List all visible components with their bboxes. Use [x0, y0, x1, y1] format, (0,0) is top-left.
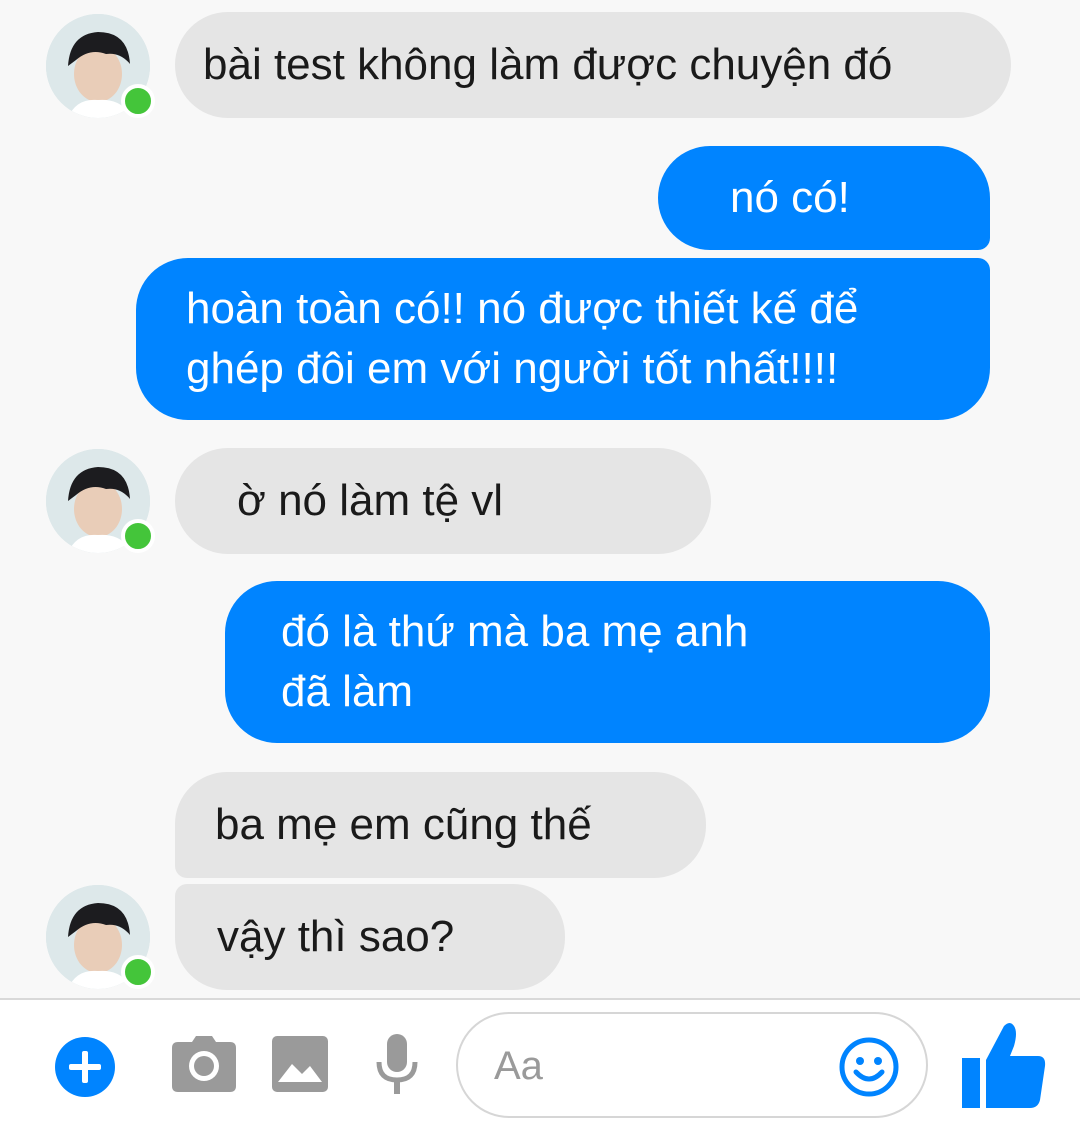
message-input-placeholder: Aa	[494, 1044, 543, 1088]
message-text: bài test không làm được chuyện đó	[203, 40, 893, 89]
online-status-indicator	[121, 955, 155, 989]
message-text-line: ghép đôi em với người tốt nhất!!!!	[186, 344, 839, 393]
camera-icon[interactable]	[172, 1036, 236, 1097]
received-message-bubble[interactable]: bài test không làm được chuyện đó	[175, 12, 1011, 118]
received-message-bubble[interactable]: ờ nó làm tệ vl	[175, 448, 711, 554]
received-message-bubble[interactable]: ba mẹ em cũng thế	[175, 772, 706, 878]
message-text-line: đó là thứ mà ba mẹ anh	[281, 607, 749, 656]
sent-message-bubble[interactable]: hoàn toàn có!! nó được thiết kế để ghép …	[136, 258, 990, 420]
message-text-line: đã làm	[281, 667, 414, 716]
received-message-bubble[interactable]: vậy thì sao?	[175, 884, 565, 990]
message-text: nó có!	[730, 173, 850, 222]
message-text: vậy thì sao?	[217, 912, 455, 961]
sent-message-bubble[interactable]: đó là thứ mà ba mẹ anh đã làm	[225, 581, 990, 743]
plus-icon[interactable]	[54, 1036, 116, 1103]
message-text-line: hoàn toàn có!! nó được thiết kế để	[186, 284, 859, 333]
message-text: ba mẹ em cũng thế	[215, 800, 592, 849]
online-status-indicator	[121, 519, 155, 553]
sent-message-bubble[interactable]: nó có!	[658, 146, 990, 250]
image-icon[interactable]	[272, 1036, 328, 1097]
online-status-indicator	[121, 84, 155, 118]
message-text: ờ nó làm tệ vl	[237, 476, 504, 525]
microphone-icon[interactable]	[374, 1034, 420, 1101]
thumbs-up-icon[interactable]	[962, 1020, 1046, 1115]
emoji-icon[interactable]	[838, 1036, 900, 1103]
